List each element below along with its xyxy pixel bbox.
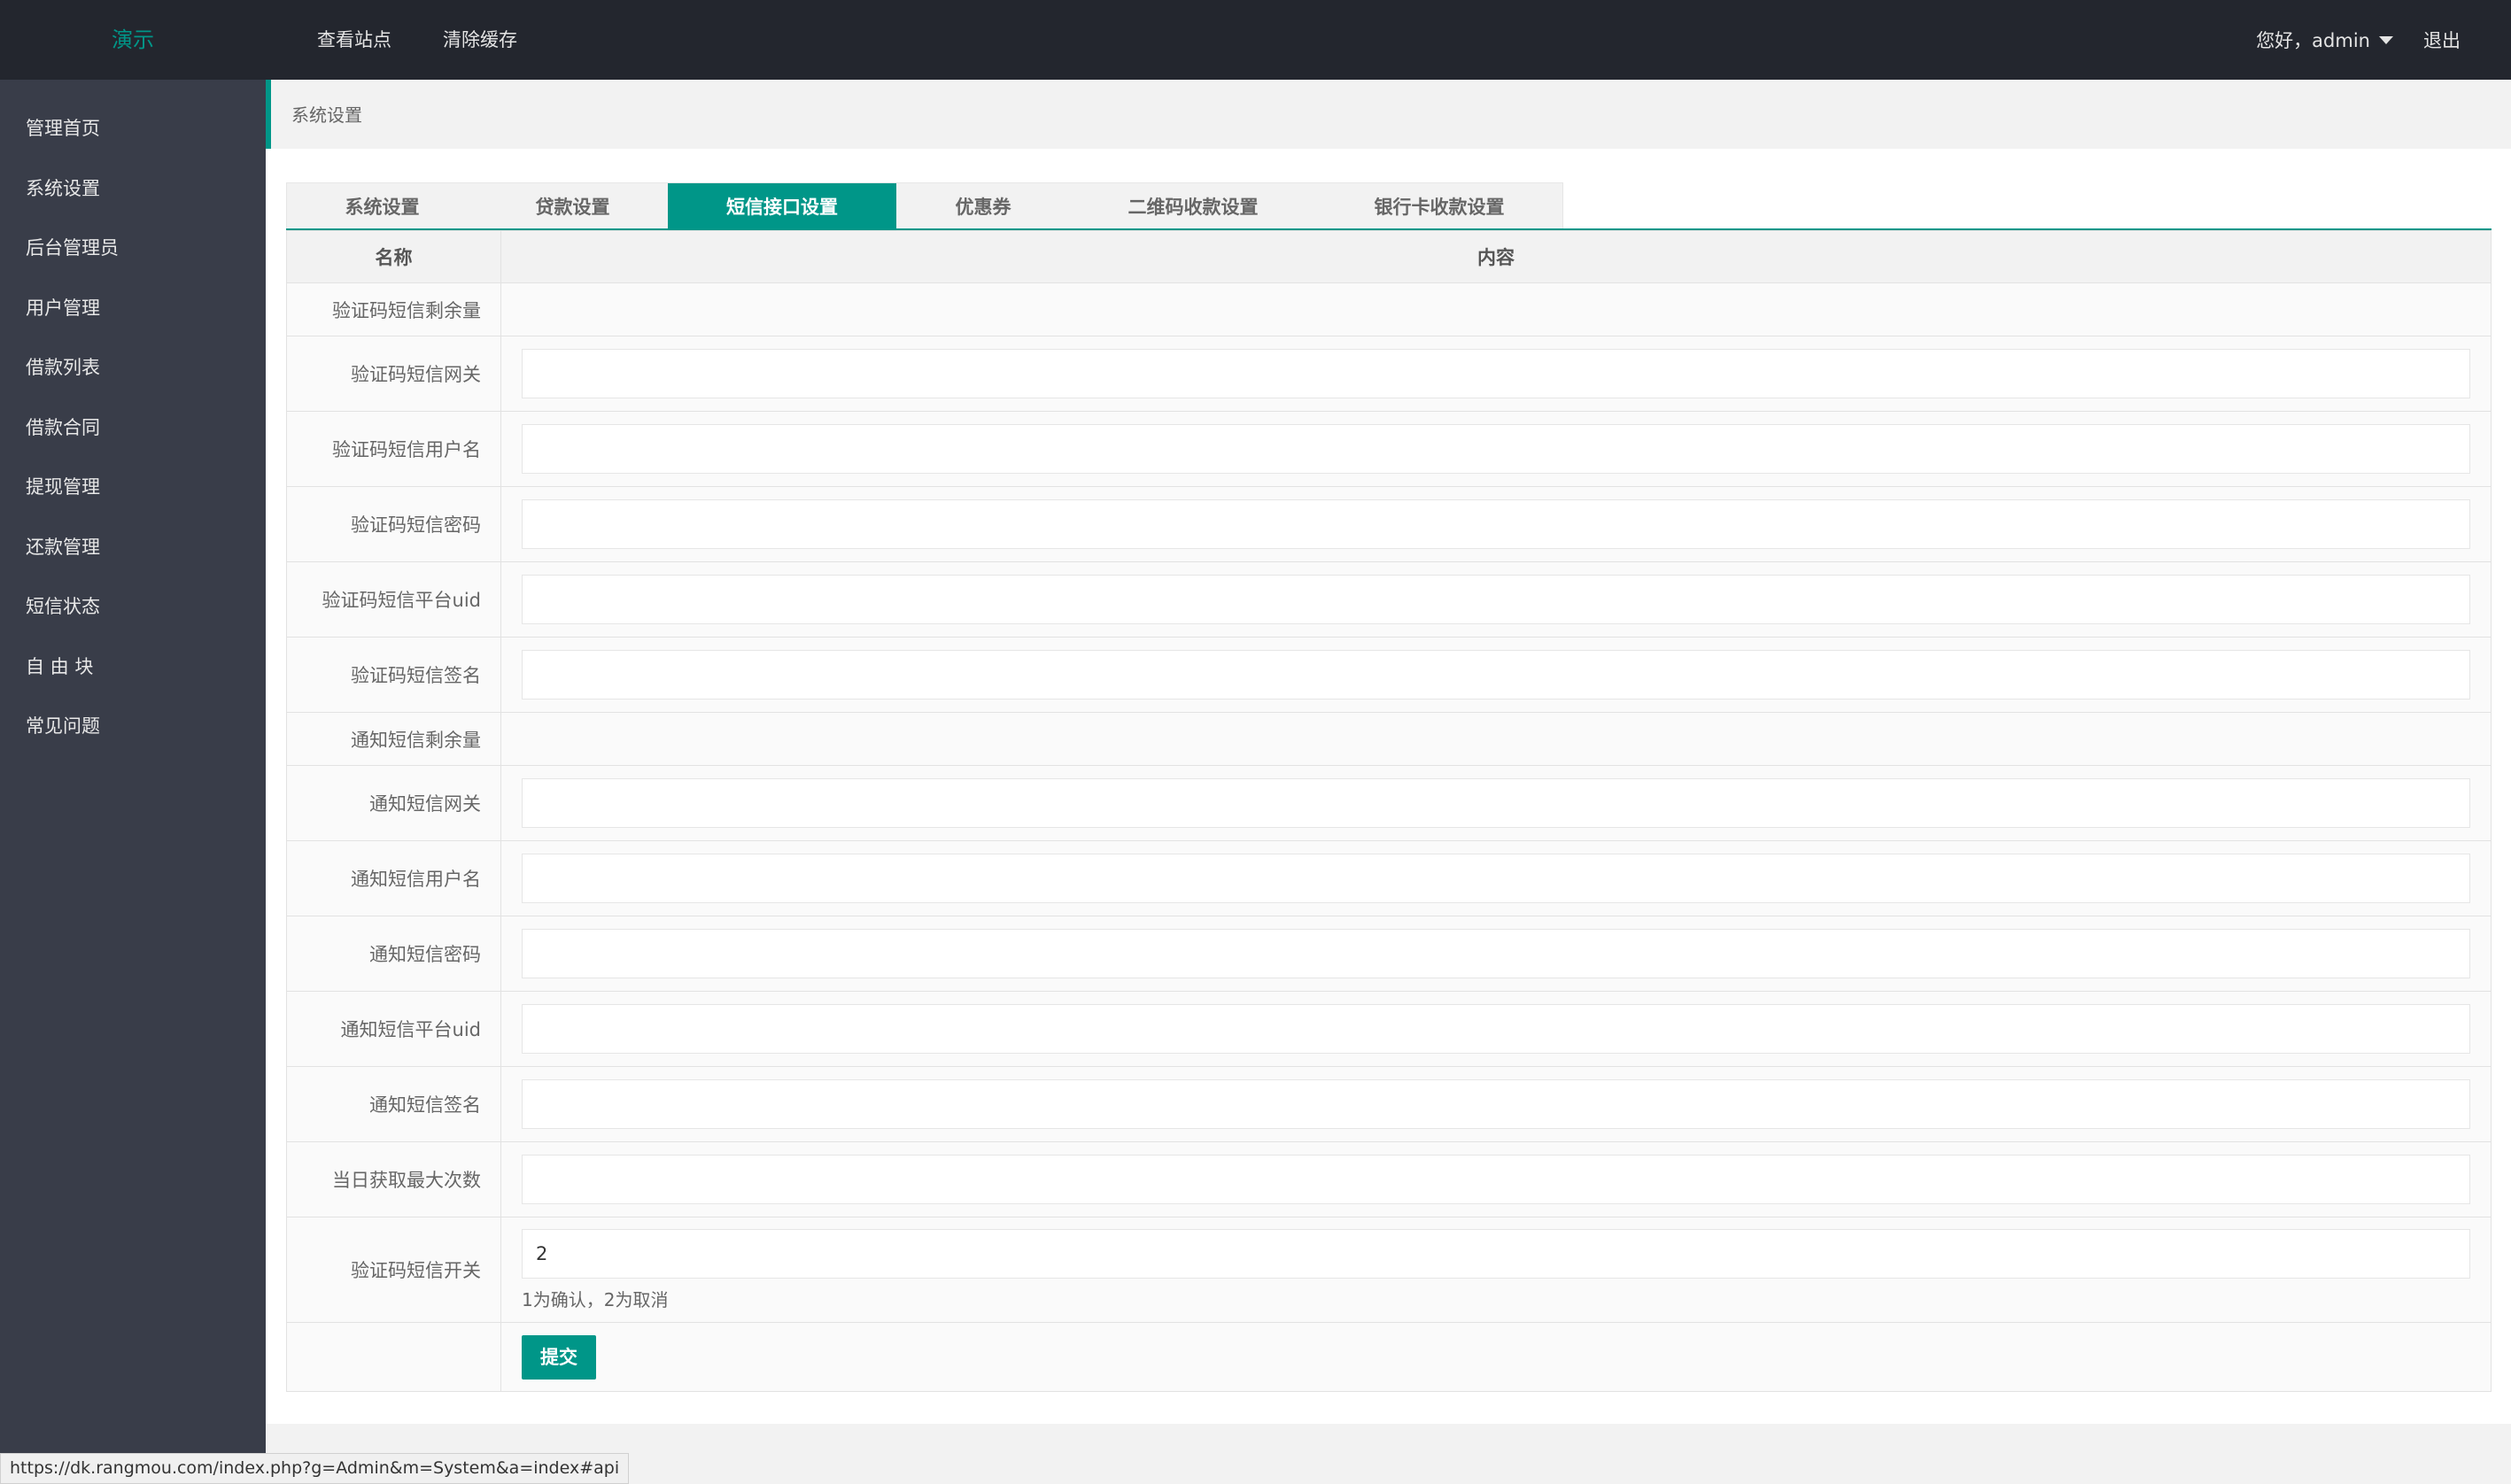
row-label: 验证码短信平台uid	[286, 561, 501, 638]
table-row: 当日获取最大次数	[286, 1141, 2492, 1217]
content-panel: 系统设置 贷款设置 短信接口设置 优惠券 二维码收款设置 银行卡收款设置 名称 …	[266, 149, 2511, 1424]
row-label: 验证码短信开关	[286, 1217, 501, 1323]
row-label: 验证码短信签名	[286, 637, 501, 713]
table-row: 验证码短信平台uid	[286, 561, 2492, 638]
status-bar-url: https://dk.rangmou.com/index.php?g=Admin…	[0, 1453, 630, 1484]
column-header-content: 内容	[500, 230, 2492, 283]
clear-cache-link[interactable]: 清除缓存	[443, 0, 517, 80]
row-label: 验证码短信密码	[286, 486, 501, 562]
table-row: 验证码短信签名	[286, 637, 2492, 713]
user-menu[interactable]: 您好，admin	[2256, 27, 2393, 53]
sidebar-item-admins[interactable]: 后台管理员	[0, 219, 266, 279]
table-row: 验证码短信用户名	[286, 411, 2492, 487]
tab-coupons[interactable]: 优惠券	[896, 183, 1070, 229]
sidebar-item-loans[interactable]: 借款列表	[0, 338, 266, 398]
logo[interactable]: 演示	[0, 0, 266, 80]
switch-hint: 1为确认，2为取消	[522, 1288, 669, 1310]
sidebar-item-users[interactable]: 用户管理	[0, 279, 266, 339]
captcha-sms-gateway-input[interactable]	[522, 349, 2470, 398]
captcha-sms-username-input[interactable]	[522, 424, 2470, 474]
row-label: 验证码短信用户名	[286, 411, 501, 487]
sidebar-item-contracts[interactable]: 借款合同	[0, 398, 266, 459]
notify-sms-username-input[interactable]	[522, 854, 2470, 903]
row-value	[500, 712, 2492, 766]
sidebar-item-free-blocks[interactable]: 自 由 块	[0, 638, 266, 698]
settings-tabs: 系统设置 贷款设置 短信接口设置 优惠券 二维码收款设置 银行卡收款设置	[286, 182, 1563, 229]
table-row: 通知短信签名	[286, 1066, 2492, 1142]
row-label: 通知短信用户名	[286, 840, 501, 916]
tab-system-settings[interactable]: 系统设置	[287, 183, 477, 229]
breadcrumb: 系统设置	[266, 80, 2511, 149]
user-area: 您好，admin 退出	[2256, 0, 2461, 80]
row-label: 验证码短信网关	[286, 336, 501, 412]
view-site-link[interactable]: 查看站点	[317, 0, 391, 80]
notify-sms-gateway-input[interactable]	[522, 778, 2470, 828]
row-label: 通知短信签名	[286, 1066, 501, 1142]
row-value	[500, 282, 2492, 336]
tab-loan-settings[interactable]: 贷款设置	[477, 183, 668, 229]
daily-max-requests-input[interactable]	[522, 1155, 2470, 1204]
notify-sms-uid-input[interactable]	[522, 1004, 2470, 1054]
row-label: 当日获取最大次数	[286, 1141, 501, 1217]
sidebar-item-withdrawals[interactable]: 提现管理	[0, 458, 266, 518]
table-row: 通知短信密码	[286, 916, 2492, 992]
captcha-sms-switch-input[interactable]	[522, 1228, 2470, 1279]
row-label: 通知短信平台uid	[286, 991, 501, 1067]
table-row: 验证码短信密码	[286, 486, 2492, 562]
tab-qrcode-payment[interactable]: 二维码收款设置	[1070, 183, 1316, 229]
tab-sms-api-settings[interactable]: 短信接口设置	[668, 183, 896, 229]
table-header-row: 名称 内容	[286, 230, 2492, 283]
row-label: 通知短信网关	[286, 765, 501, 841]
table-row: 通知短信剩余量	[286, 712, 2492, 766]
table-row: 验证码短信剩余量	[286, 282, 2492, 336]
greeting: 您好，admin	[2256, 30, 2370, 51]
sidebar-item-repayments[interactable]: 还款管理	[0, 518, 266, 578]
captcha-sms-signature-input[interactable]	[522, 650, 2470, 699]
settings-table: 名称 内容 验证码短信剩余量 验证码短信网关 验证码短信用户名 验证码短信密码 …	[286, 230, 2492, 1392]
top-header: 演示 查看站点 清除缓存 您好，admin 退出	[0, 0, 2511, 80]
submit-button[interactable]: 提交	[522, 1334, 596, 1380]
sidebar-item-system-settings[interactable]: 系统设置	[0, 159, 266, 220]
table-row: 验证码短信网关	[286, 336, 2492, 412]
sidebar: 管理首页 系统设置 后台管理员 用户管理 借款列表 借款合同 提现管理 还款管理…	[0, 80, 266, 1482]
sidebar-item-home[interactable]: 管理首页	[0, 99, 266, 159]
notify-sms-signature-input[interactable]	[522, 1079, 2470, 1129]
logout-link[interactable]: 退出	[2423, 27, 2461, 53]
sidebar-item-sms-status[interactable]: 短信状态	[0, 577, 266, 638]
tab-bankcard-payment[interactable]: 银行卡收款设置	[1316, 183, 1562, 229]
column-header-name: 名称	[286, 230, 501, 283]
breadcrumb-label: 系统设置	[291, 104, 362, 126]
caret-down-icon	[2379, 35, 2393, 44]
top-nav: 查看站点 清除缓存	[317, 0, 569, 80]
table-row: 提交	[286, 1322, 2492, 1392]
captcha-sms-uid-input[interactable]	[522, 575, 2470, 624]
sidebar-item-faq[interactable]: 常见问题	[0, 697, 266, 757]
table-row: 通知短信平台uid	[286, 991, 2492, 1067]
main-area: 系统设置 系统设置 贷款设置 短信接口设置 优惠券 二维码收款设置 银行卡收款设…	[266, 80, 2511, 1482]
row-label: 通知短信密码	[286, 916, 501, 992]
row-label: 通知短信剩余量	[286, 712, 501, 766]
table-row: 通知短信网关	[286, 765, 2492, 841]
table-row: 通知短信用户名	[286, 840, 2492, 916]
captcha-sms-password-input[interactable]	[522, 499, 2470, 549]
table-row: 验证码短信开关 1为确认，2为取消	[286, 1217, 2492, 1323]
row-label	[286, 1322, 501, 1392]
notify-sms-password-input[interactable]	[522, 929, 2470, 978]
row-label: 验证码短信剩余量	[286, 282, 501, 336]
